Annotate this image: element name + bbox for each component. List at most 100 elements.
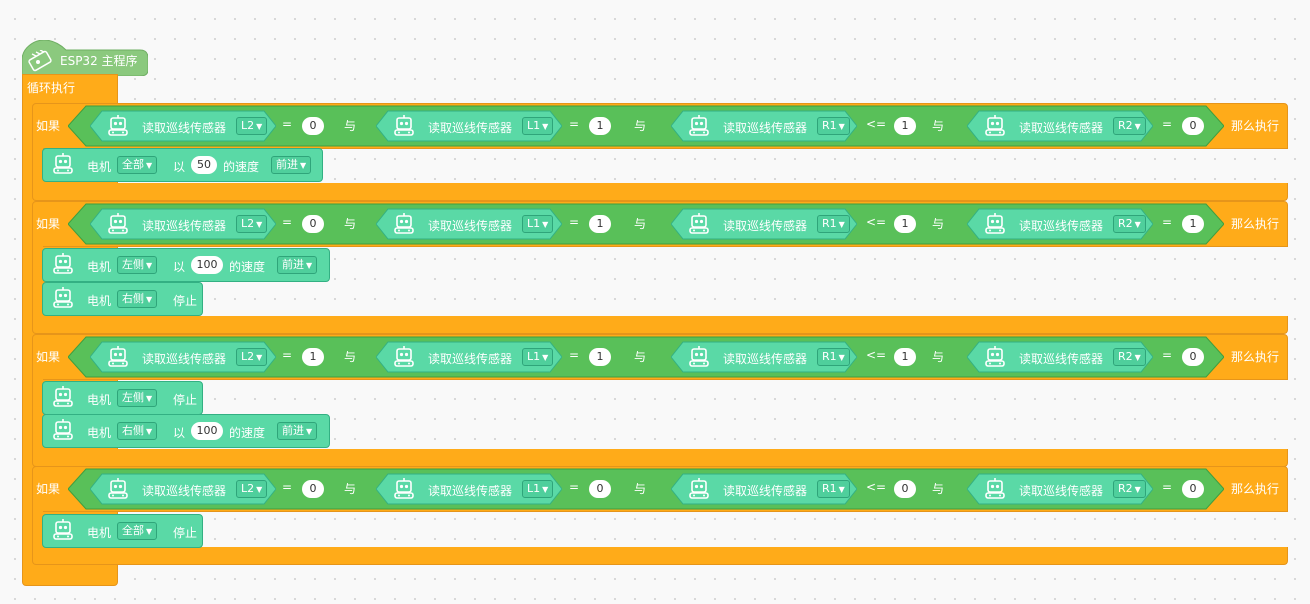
motor-speed-block[interactable]: 电机 左侧 ▼ 以 100 的速度 前进 ▼: [42, 248, 330, 282]
speed-value-input[interactable]: 100: [191, 422, 223, 440]
motor-side-dropdown[interactable]: 右侧 ▼: [117, 422, 158, 440]
compare-operator[interactable]: =: [1162, 348, 1172, 362]
sensor-dropdown[interactable]: L2 ▼: [236, 348, 268, 366]
compare-value-input[interactable]: 0: [1182, 348, 1204, 366]
compare-value-input[interactable]: 1: [894, 117, 916, 135]
compare-operator[interactable]: <=: [866, 348, 886, 362]
motor-label: 电机: [87, 160, 112, 174]
sensor-dropdown[interactable]: L2 ▼: [236, 215, 268, 233]
and-condition[interactable]: 读取巡线传感器 L2 ▼ = 1 与 读取巡线传感器 L1 ▼ = 1 与 读取巡线传感器 R1 ▼ <=…: [68, 336, 1224, 378]
compare-value-input[interactable]: 1: [589, 348, 611, 366]
read-line-sensor-block-l2[interactable]: 读取巡线传感器 L2 ▼: [90, 473, 276, 505]
compare-value-input[interactable]: 0: [894, 480, 916, 498]
motor-side-dropdown[interactable]: 全部 ▼: [117, 156, 158, 174]
read-line-sensor-block-l2[interactable]: 读取巡线传感器 L2 ▼: [90, 341, 276, 373]
sensor-dropdown[interactable]: R2 ▼: [1113, 480, 1146, 498]
sensor-dropdown[interactable]: R1 ▼: [817, 215, 850, 233]
read-line-sensor-block-l1[interactable]: 读取巡线传感器 L1 ▼: [376, 110, 562, 142]
compare-value-input[interactable]: 1: [589, 117, 611, 135]
read-line-sensor-block-l1[interactable]: 读取巡线传感器 L1 ▼: [376, 473, 562, 505]
motor-speed-block[interactable]: 电机 右侧 ▼ 以 100 的速度 前进 ▼: [42, 414, 330, 448]
read-line-sensor-block-r2[interactable]: 读取巡线传感器 R2 ▼: [967, 110, 1153, 142]
compare-operator[interactable]: <=: [866, 117, 886, 131]
sensor-dropdown[interactable]: L2 ▼: [236, 117, 268, 135]
motor-side-dropdown[interactable]: 左侧 ▼: [117, 389, 158, 407]
sensor-dropdown[interactable]: L1 ▼: [522, 215, 554, 233]
read-line-sensor-block-r1[interactable]: 读取巡线传感器 R1 ▼: [671, 341, 857, 373]
compare-value-input[interactable]: 0: [302, 215, 324, 233]
read-line-sensor-block-l1[interactable]: 读取巡线传感器 L1 ▼: [376, 208, 562, 240]
dropdown-arrow-icon: ▼: [542, 122, 549, 131]
compare-operator[interactable]: =: [569, 480, 579, 494]
compare-operator[interactable]: =: [282, 348, 292, 362]
compare-value-input[interactable]: 0: [1182, 117, 1204, 135]
compare-value-input[interactable]: 1: [302, 348, 324, 366]
compare-value-input[interactable]: 0: [302, 117, 324, 135]
compare-value-input[interactable]: 1: [894, 215, 916, 233]
sensor-dropdown[interactable]: L1 ▼: [522, 117, 554, 135]
read-line-sensor-block-l2[interactable]: 读取巡线传感器 L2 ▼: [90, 110, 276, 142]
dropdown-arrow-icon: ▼: [542, 485, 549, 494]
sensor-dropdown-value: R2: [1118, 119, 1133, 132]
compare-operator[interactable]: =: [1162, 117, 1172, 131]
compare-operator[interactable]: <=: [866, 215, 886, 229]
sensor-dropdown[interactable]: R1 ▼: [817, 117, 850, 135]
compare-operator[interactable]: =: [569, 117, 579, 131]
sensor-dropdown-value: R2: [1118, 482, 1133, 495]
sensor-dropdown[interactable]: R1 ▼: [817, 480, 850, 498]
motor-speed-block[interactable]: 电机 全部 ▼ 以 50 的速度 前进 ▼: [42, 148, 323, 182]
and-condition[interactable]: 读取巡线传感器 L2 ▼ = 0 与 读取巡线传感器 L1 ▼ = 0 与 读取巡线传感器 R1 ▼ <=…: [68, 468, 1224, 510]
speed-value-input[interactable]: 50: [191, 156, 217, 174]
compare-value-input[interactable]: 0: [1182, 480, 1204, 498]
read-line-sensor-block-r1[interactable]: 读取巡线传感器 R1 ▼: [671, 208, 857, 240]
and-condition[interactable]: 读取巡线传感器 L2 ▼ = 0 与 读取巡线传感器 L1 ▼ = 1 与 读取巡线传感器 R1 ▼ <=…: [68, 203, 1224, 245]
direction-dropdown[interactable]: 前进 ▼: [271, 156, 312, 174]
read-line-sensor-block-r2[interactable]: 读取巡线传感器 R2 ▼: [967, 473, 1153, 505]
and-label: 与: [634, 350, 647, 364]
read-line-sensor-block-r1[interactable]: 读取巡线传感器 R1 ▼: [671, 473, 857, 505]
and-condition[interactable]: 读取巡线传感器 L2 ▼ = 0 与 读取巡线传感器 L1 ▼ = 1 与 读取巡线传感器 R1 ▼ <=…: [68, 105, 1224, 147]
speed-value-input[interactable]: 100: [191, 256, 223, 274]
robot-icon: [394, 346, 414, 367]
sensor-dropdown[interactable]: R2 ▼: [1113, 117, 1146, 135]
read-line-sensor-block-r2[interactable]: 读取巡线传感器 R2 ▼: [967, 208, 1153, 240]
compare-value-input[interactable]: 1: [894, 348, 916, 366]
motor-side-dropdown[interactable]: 右侧 ▼: [117, 290, 158, 308]
motor-stop-block[interactable]: 电机 全部 ▼ 停止: [42, 514, 203, 548]
dropdown-arrow-icon: ▼: [838, 485, 845, 494]
dropdown-arrow-icon: ▼: [1134, 122, 1141, 131]
direction-dropdown[interactable]: 前进 ▼: [277, 422, 318, 440]
compare-operator[interactable]: =: [569, 215, 579, 229]
esp32-main-hat-block[interactable]: ESP32 主程序: [22, 40, 148, 76]
and-label: 与: [344, 350, 357, 364]
direction-dropdown[interactable]: 前进 ▼: [277, 256, 318, 274]
motor-side-dropdown[interactable]: 全部 ▼: [117, 522, 158, 540]
compare-operator[interactable]: =: [1162, 480, 1172, 494]
sensor-dropdown[interactable]: R2 ▼: [1113, 348, 1146, 366]
motor-stop-block[interactable]: 电机 右侧 ▼ 停止: [42, 282, 203, 316]
sensor-dropdown[interactable]: R2 ▼: [1113, 215, 1146, 233]
read-sensor-label: 读取巡线传感器: [723, 219, 808, 233]
compare-value-input[interactable]: 0: [589, 480, 611, 498]
and-label: 与: [344, 217, 357, 231]
compare-operator[interactable]: <=: [866, 480, 886, 494]
if-block-footer: [32, 183, 1288, 201]
motor-stop-block[interactable]: 电机 左侧 ▼ 停止: [42, 381, 203, 415]
motor-side-dropdown[interactable]: 左侧 ▼: [117, 256, 158, 274]
compare-operator[interactable]: =: [282, 480, 292, 494]
compare-value-input[interactable]: 1: [1182, 215, 1204, 233]
sensor-dropdown[interactable]: L1 ▼: [522, 348, 554, 366]
sensor-dropdown[interactable]: L2 ▼: [236, 480, 268, 498]
read-line-sensor-block-r2[interactable]: 读取巡线传感器 R2 ▼: [967, 341, 1153, 373]
compare-operator[interactable]: =: [282, 117, 292, 131]
compare-operator[interactable]: =: [569, 348, 579, 362]
sensor-dropdown[interactable]: R1 ▼: [817, 348, 850, 366]
compare-operator[interactable]: =: [1162, 215, 1172, 229]
read-line-sensor-block-l1[interactable]: 读取巡线传感器 L1 ▼: [376, 341, 562, 373]
sensor-dropdown[interactable]: L1 ▼: [522, 480, 554, 498]
read-line-sensor-block-l2[interactable]: 读取巡线传感器 L2 ▼: [90, 208, 276, 240]
compare-value-input[interactable]: 1: [589, 215, 611, 233]
compare-value-input[interactable]: 0: [302, 480, 324, 498]
read-line-sensor-block-r1[interactable]: 读取巡线传感器 R1 ▼: [671, 110, 857, 142]
compare-operator[interactable]: =: [282, 215, 292, 229]
